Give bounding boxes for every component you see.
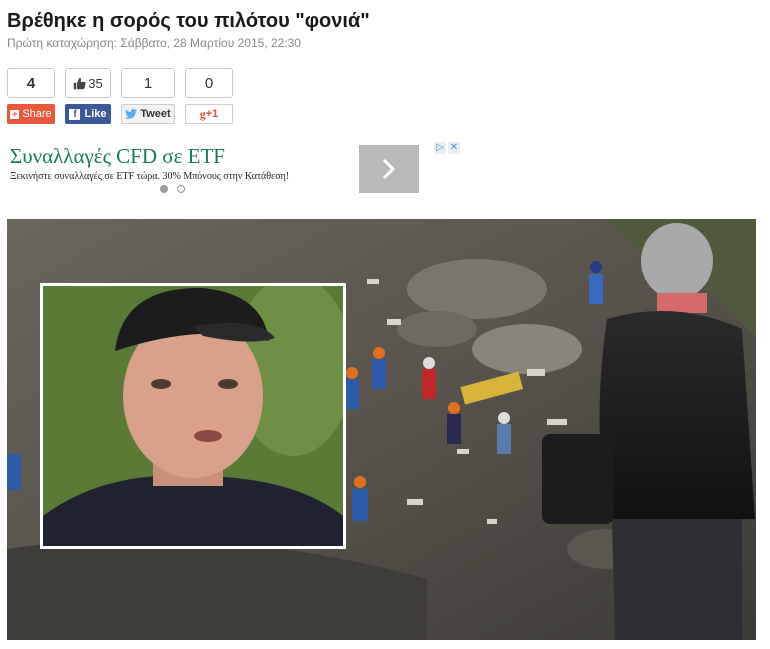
google-plus-button[interactable]: g +1 xyxy=(185,104,233,124)
publish-date: Πρώτη καταχώρηση: Σάββατο, 28 Μαρτίου 20… xyxy=(7,36,301,50)
article-photo xyxy=(7,219,756,640)
twitter-bird-icon xyxy=(125,109,138,119)
share-button-label: Share xyxy=(22,108,52,120)
pilot-portrait-inset xyxy=(40,283,346,549)
plus-square-icon: + xyxy=(10,108,20,119)
gplus-count: 0 xyxy=(185,68,233,98)
ad-banner[interactable]: Συναλλαγές CFD σε ETF Ξεκινήστε συναλλαγ… xyxy=(7,140,465,200)
thumbs-up-icon xyxy=(74,77,86,89)
carousel-dot[interactable] xyxy=(160,185,168,193)
ad-description[interactable]: Ξεκινήστε συναλλαγές σε ETF τώρα. 30% Μπ… xyxy=(10,171,289,182)
facebook-icon: f xyxy=(69,108,81,120)
chevron-right-icon xyxy=(382,158,396,180)
tweet-count: 1 xyxy=(121,68,175,98)
facebook-like-button[interactable]: f Like xyxy=(65,104,111,124)
ad-title[interactable]: Συναλλαγές CFD σε ETF xyxy=(10,144,225,169)
pilot-portrait xyxy=(43,286,343,546)
carousel-dot[interactable] xyxy=(177,185,185,193)
share-button[interactable]: + Share xyxy=(7,104,55,124)
gplus-button-label: +1 xyxy=(205,108,219,120)
like-count: 35 xyxy=(88,75,103,91)
like-count-box: 35 xyxy=(65,68,111,98)
adchoices-icon[interactable]: ▷ xyxy=(434,142,446,154)
close-icon[interactable]: ✕ xyxy=(448,142,460,154)
page-title: Βρέθηκε η σορός του πιλότου "φονιά" xyxy=(7,10,370,32)
ad-next-button[interactable] xyxy=(359,145,419,193)
ad-choices[interactable]: ▷ ✕ xyxy=(434,142,462,155)
ad-carousel-dots xyxy=(160,185,185,193)
share-total-count: 4 xyxy=(7,68,55,98)
tweet-button[interactable]: Tweet xyxy=(121,104,175,124)
like-button-label: Like xyxy=(84,108,107,120)
tweet-button-label: Tweet xyxy=(140,108,171,120)
